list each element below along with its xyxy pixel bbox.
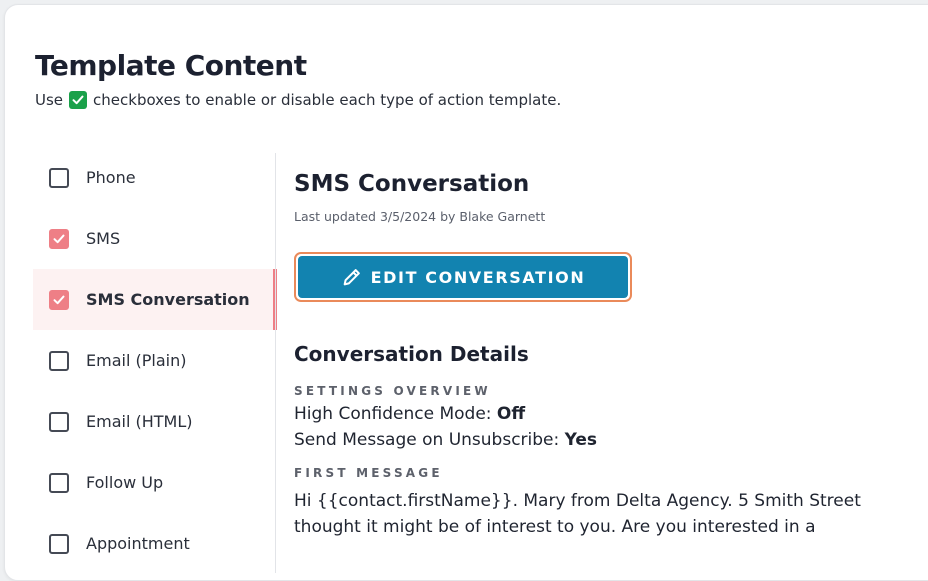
checkbox-phone[interactable] <box>49 167 69 188</box>
checkbox-sms[interactable] <box>49 228 69 249</box>
sidebar-item-label: Phone <box>86 168 136 187</box>
send-unsubscribe-value: Yes <box>564 430 598 450</box>
last-updated-text: Last updated 3/5/2024 by Blake Garnett <box>294 209 546 224</box>
sidebar-item-phone[interactable]: Phone <box>33 147 275 208</box>
sidebar-item-email-html[interactable]: Email (HTML) <box>33 391 275 452</box>
first-message-line: Hi {{contact.firstName}}. Mary from Delt… <box>294 491 861 511</box>
page-subtitle: Use checkboxes to enable or disable each… <box>35 91 561 109</box>
conversation-details-heading: Conversation Details <box>294 342 529 366</box>
sidebar-item-label: Appointment <box>86 534 190 553</box>
settings-overview-heading: SETTINGS OVERVIEW <box>294 384 491 398</box>
sidebar-item-email-plain[interactable]: Email (Plain) <box>33 330 275 391</box>
template-title: SMS Conversation <box>294 171 530 197</box>
sidebar-item-label: Email (HTML) <box>86 412 193 431</box>
checkbox-appointment[interactable] <box>49 533 69 554</box>
pencil-icon <box>343 269 360 286</box>
sidebar-item-label: Follow Up <box>86 473 164 492</box>
checkbox-email-plain[interactable] <box>49 350 69 371</box>
subtitle-suffix: checkboxes to enable or disable each typ… <box>93 91 562 109</box>
checkbox-sms-conversation[interactable] <box>49 289 69 310</box>
page-title: Template Content <box>35 49 307 82</box>
checkbox-email-html[interactable] <box>49 411 69 432</box>
high-confidence-label: High Confidence Mode: <box>294 404 492 424</box>
edit-conversation-button[interactable]: EDIT CONVERSATION <box>294 252 632 302</box>
subtitle-prefix: Use <box>35 91 64 109</box>
high-confidence-value: Off <box>496 404 526 424</box>
sidebar-item-label: SMS <box>86 229 121 248</box>
sidebar-item-label: SMS Conversation <box>86 290 250 309</box>
sidebar-item-sms-conversation[interactable]: SMS Conversation <box>33 269 277 330</box>
green-check-icon <box>69 91 88 109</box>
first-message-text: Hi {{contact.firstName}}. Mary from Delt… <box>294 488 928 540</box>
first-message-heading: FIRST MESSAGE <box>294 466 443 480</box>
template-detail-panel: SMS Conversation Last updated 3/5/2024 b… <box>294 167 928 540</box>
sidebar-item-follow-up[interactable]: Follow Up <box>33 452 275 513</box>
template-type-sidebar: Phone SMS SMS Conversation Email (Plain)… <box>33 147 277 574</box>
template-content-card: Template Content Use checkboxes to enabl… <box>4 4 928 581</box>
send-unsubscribe-label: Send Message on Unsubscribe: <box>294 430 560 450</box>
edit-conversation-button-inner[interactable]: EDIT CONVERSATION <box>298 256 628 298</box>
edit-conversation-label: EDIT CONVERSATION <box>370 267 586 287</box>
sidebar-item-label: Email (Plain) <box>86 351 187 370</box>
sidebar-divider <box>275 153 276 573</box>
sidebar-item-appointment[interactable]: Appointment <box>33 513 275 574</box>
sidebar-item-sms[interactable]: SMS <box>33 208 275 269</box>
first-message-line: thought it might be of interest to you. … <box>294 517 816 537</box>
high-confidence-setting: High Confidence Mode: Off <box>294 404 928 424</box>
send-unsubscribe-setting: Send Message on Unsubscribe: Yes <box>294 430 928 450</box>
checkbox-follow-up[interactable] <box>49 472 69 493</box>
